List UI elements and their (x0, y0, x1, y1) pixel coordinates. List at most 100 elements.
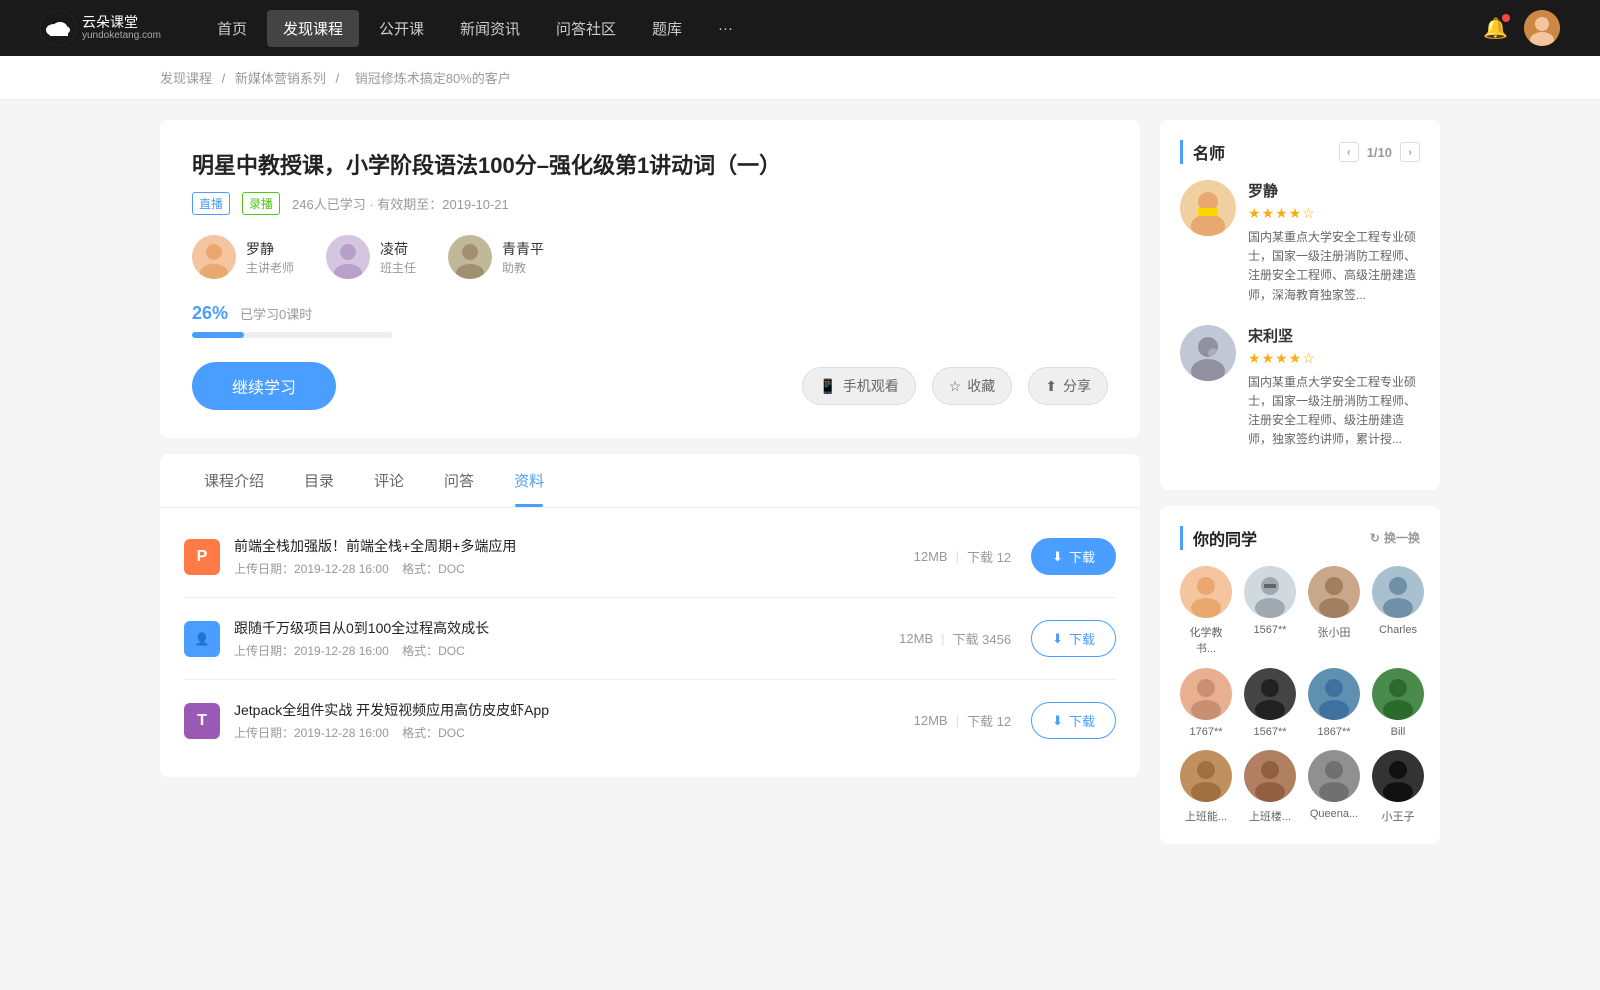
nav-home[interactable]: 首页 (201, 10, 263, 47)
tab-comments[interactable]: 评论 (354, 454, 424, 507)
classmate-name-10: Queena... (1310, 808, 1358, 820)
download-button-2[interactable]: ⬇ 下载 (1031, 702, 1116, 739)
classmate-name-9: 上班楼... (1249, 808, 1291, 824)
teacher-card-name-0: 罗静 (1248, 180, 1420, 201)
refresh-classmates-button[interactable]: ↻ 换一换 (1370, 529, 1420, 546)
nav-qa[interactable]: 问答社区 (540, 10, 632, 47)
tab-qa[interactable]: 问答 (424, 454, 494, 507)
classmate-0[interactable]: 化学教书... (1180, 566, 1232, 656)
tag-live: 直播 (192, 192, 230, 215)
classmate-2[interactable]: 张小田 (1308, 566, 1360, 656)
mobile-watch-button[interactable]: 📱 手机观看 (802, 367, 915, 405)
nav-quiz[interactable]: 题库 (636, 10, 698, 47)
classmate-name-7: Bill (1391, 726, 1406, 738)
classmate-name-6: 1867** (1317, 726, 1350, 738)
resource-stats-0: 12MB | 下载 12 (914, 547, 1011, 566)
progress-bar-bg (192, 332, 392, 338)
classmates-grid: 化学教书... 1567** (1180, 566, 1420, 824)
user-avatar-nav[interactable] (1524, 10, 1560, 46)
teachers-panel-nav: ‹ 1/10 › (1339, 142, 1420, 162)
teachers-panel-title: 名师 ‹ 1/10 › (1180, 140, 1420, 164)
logo[interactable]: 云朵课堂 yundoketang.com (40, 10, 161, 46)
teacher-0: 罗静 主讲老师 (192, 235, 294, 279)
classmate-name-0: 化学教书... (1180, 624, 1232, 656)
teachers-prev-button[interactable]: ‹ (1339, 142, 1359, 162)
course-stats: 246人已学习 · 有效期至：2019-10-21 (292, 194, 509, 213)
resource-info-2: Jetpack全组件实战 开发短视频应用高仿皮皮虾App 上传日期：2019-1… (234, 700, 914, 741)
classmate-3[interactable]: Charles (1372, 566, 1424, 656)
classmate-avatar-0 (1180, 566, 1232, 618)
breadcrumb-current: 销冠修炼术搞定80%的客户 (355, 71, 511, 86)
progress-pct: 26% (192, 303, 228, 324)
bell-icon[interactable]: 🔔 (1483, 16, 1508, 41)
classmate-10[interactable]: Queena... (1308, 750, 1360, 824)
tab-intro[interactable]: 课程介绍 (184, 454, 284, 507)
logo-icon (40, 10, 76, 46)
progress-section: 26% 已学习0课时 (192, 303, 1108, 338)
tab-catalog[interactable]: 目录 (284, 454, 354, 507)
nav-discover[interactable]: 发现课程 (267, 10, 359, 47)
resource-meta-2: 上传日期：2019-12-28 16:00 格式：DOC (234, 724, 914, 741)
breadcrumb-discover[interactable]: 发现课程 (160, 71, 212, 86)
classmates-header: 你的同学 ↻ 换一换 (1193, 526, 1420, 550)
classmate-name-5: 1567** (1253, 726, 1286, 738)
teacher-card-info-0: 罗静 ★★★★☆ 国内某重点大学安全工程专业硕士，国家一级注册消防工程师、注册安… (1248, 180, 1420, 305)
resource-meta-1: 上传日期：2019-12-28 16:00 格式：DOC (234, 642, 899, 659)
classmate-avatar-10 (1308, 750, 1360, 802)
collect-button[interactable]: ☆ 收藏 (932, 367, 1013, 405)
download-button-0[interactable]: ⬇ 下载 (1031, 538, 1116, 575)
tab-resources[interactable]: 资料 (494, 454, 564, 507)
teacher-avatar-1 (326, 235, 370, 279)
resource-name-1: 跟随千万级项目从0到100全过程高效成长 (234, 618, 899, 638)
progress-label: 已学习0课时 (240, 304, 312, 323)
nav-news[interactable]: 新闻资讯 (444, 10, 536, 47)
resource-info-0: 前端全栈加强版！前端全栈+全周期+多端应用 上传日期：2019-12-28 16… (234, 536, 914, 577)
download-button-1[interactable]: ⬇ 下载 (1031, 620, 1116, 657)
download-icon-1: ⬇ (1052, 631, 1063, 647)
classmate-name-8: 上班能... (1185, 808, 1227, 824)
tabs-card: 课程介绍 目录 评论 问答 资料 P 前端全栈加强版！前端全栈+全周期+多端应用… (160, 454, 1140, 777)
course-card: 明星中教授课，小学阶段语法100分–强化级第1讲动词（一） 直播 录播 246人… (160, 120, 1140, 438)
share-icon: ⬆ (1045, 378, 1057, 395)
right-panel: 名师 ‹ 1/10 › 罗静 (1160, 120, 1440, 860)
breadcrumb-series[interactable]: 新媒体营销系列 (235, 71, 326, 86)
classmate-avatar-9 (1244, 750, 1296, 802)
resource-stats-2: 12MB | 下载 12 (914, 711, 1011, 730)
continue-learning-button[interactable]: 继续学习 (192, 362, 336, 410)
classmate-avatar-6 (1308, 668, 1360, 720)
classmate-avatar-1 (1244, 566, 1296, 618)
classmate-8[interactable]: 上班能... (1180, 750, 1232, 824)
resource-item-1: 👤 跟随千万级项目从0到100全过程高效成长 上传日期：2019-12-28 1… (184, 598, 1116, 680)
teacher-info-2: 青青平 助教 (502, 239, 544, 276)
classmate-5[interactable]: 1567** (1244, 668, 1296, 738)
teacher-info-1: 凌荷 班主任 (380, 239, 416, 276)
teacher-desc-0: 国内某重点大学安全工程专业硕士，国家一级注册消防工程师、注册安全工程师、高级注册… (1248, 228, 1420, 305)
tabs: 课程介绍 目录 评论 问答 资料 (160, 454, 1140, 508)
resource-item-0: P 前端全栈加强版！前端全栈+全周期+多端应用 上传日期：2019-12-28 … (184, 516, 1116, 598)
classmate-name-1: 1567** (1253, 624, 1286, 636)
nav-open-class[interactable]: 公开课 (363, 10, 440, 47)
classmate-avatar-3 (1372, 566, 1424, 618)
classmate-11[interactable]: 小王子 (1372, 750, 1424, 824)
classmate-1[interactable]: 1567** (1244, 566, 1296, 656)
share-button[interactable]: ⬆ 分享 (1028, 367, 1108, 405)
classmate-9[interactable]: 上班楼... (1244, 750, 1296, 824)
resource-icon-1: 👤 (184, 621, 220, 657)
teacher-card-info-1: 宋利坚 ★★★★☆ 国内某重点大学安全工程专业硕士，国家一级注册消防工程师、注册… (1248, 325, 1420, 450)
classmate-6[interactable]: 1867** (1308, 668, 1360, 738)
teacher-name-1: 凌荷 (380, 239, 416, 259)
teacher-role-0: 主讲老师 (246, 259, 294, 276)
teacher-avatar-0 (192, 235, 236, 279)
left-panel: 明星中教授课，小学阶段语法100分–强化级第1讲动词（一） 直播 录播 246人… (160, 120, 1140, 860)
classmate-name-4: 1767** (1189, 726, 1222, 738)
teachers-next-button[interactable]: › (1400, 142, 1420, 162)
teacher-name-2: 青青平 (502, 239, 544, 259)
nav-more[interactable]: ··· (702, 12, 749, 45)
notification-dot (1502, 14, 1510, 22)
classmate-name-3: Charles (1379, 624, 1417, 636)
teacher-1: 凌荷 班主任 (326, 235, 416, 279)
teachers-list: 罗静 主讲老师 凌荷 班主任 (192, 235, 1108, 279)
classmate-4[interactable]: 1767** (1180, 668, 1232, 738)
teacher-card-0: 罗静 ★★★★☆ 国内某重点大学安全工程专业硕士，国家一级注册消防工程师、注册安… (1180, 180, 1420, 305)
classmate-7[interactable]: Bill (1372, 668, 1424, 738)
